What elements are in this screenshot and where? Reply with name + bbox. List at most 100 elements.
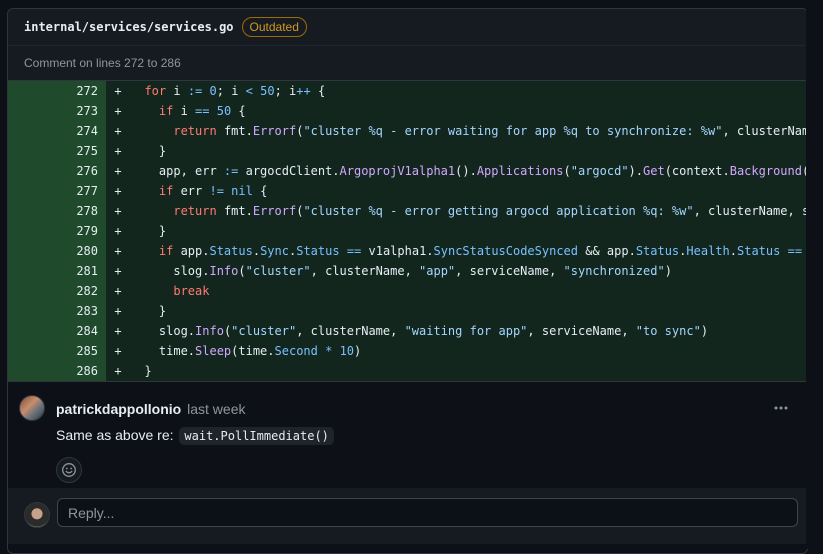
code-token: Second [274,344,318,358]
code-token: . [729,244,737,258]
smiley-icon [62,463,76,477]
addition-marker: + [114,244,122,258]
diff-line: 272 + for i := 0; i < 50; i++ { [8,81,807,101]
code-token: fmt. [216,204,253,218]
line-number[interactable]: 282 [8,281,106,301]
comment-range-label: Comment on lines 272 to 286 [8,46,807,81]
addition-marker: + [114,204,122,218]
code-token: 0 [209,84,217,98]
addition-marker: + [114,104,122,118]
diff-line: 283 + } [8,301,807,321]
code-token: return [173,204,217,218]
line-number[interactable]: 281 [8,261,106,281]
code-token: Status [635,244,680,258]
code-line: if err != nil { [130,181,807,201]
code-line: if app.Status.Sync.Status == v1alpha1.Sy… [130,241,807,261]
code-token: } [130,304,167,318]
code-line: } [130,301,807,321]
addition-marker: + [114,364,122,378]
code-token: "cluster" [231,324,297,338]
comment-text: Same as above re: [56,427,174,443]
code-token: Status [296,244,340,258]
line-number[interactable]: 283 [8,301,106,321]
code-token: , clusterName, serviceName, err) [722,124,807,138]
code-token: != [209,184,224,198]
diff-line: 273 + if i == 50 { [8,101,807,121]
diff-line: 280 + if app.Status.Sync.Status == v1alph… [8,241,807,261]
reply-section [8,488,807,544]
code-token: 50 [260,84,275,98]
author-avatar[interactable] [19,395,45,421]
line-number[interactable]: 277 [8,181,106,201]
code-token: , serviceName, [455,264,564,278]
review-comment: patrickdappollonio last week Same as abo… [8,381,807,498]
outdated-badge: Outdated [241,17,307,37]
addition-marker: + [114,84,122,98]
code-token: break [173,284,210,298]
code-token: ; i [274,84,297,98]
line-number[interactable]: 273 [8,101,106,121]
code-token: app, err [130,164,224,178]
line-number[interactable]: 278 [8,201,106,221]
addition-marker: + [114,164,122,178]
code-token: return [173,124,217,138]
diff-line: 282 + break [8,281,807,301]
code-token: { [310,84,326,98]
reply-input[interactable] [57,498,798,527]
code-token: Info [195,324,224,338]
comment-timestamp[interactable]: last week [187,401,245,417]
diff-line: 285 + time.Sleep(time.Second * 10) [8,341,807,361]
code-token: "argocd" [570,164,629,178]
author-name[interactable]: patrickdappollonio [56,401,181,417]
line-number[interactable]: 284 [8,321,106,341]
code-token: { [231,104,246,118]
addition-marker: + [114,344,122,358]
line-number[interactable]: 274 [8,121,106,141]
code-token: "to sync" [635,324,701,338]
addition-marker: + [114,304,122,318]
code-line: if i == 50 { [130,101,807,121]
code-token: (). [455,164,477,178]
code-token: == [195,104,210,118]
code-token: ArgoprojV1alpha1 [339,164,456,178]
line-number[interactable]: 275 [8,141,106,161]
diff-line: 284 + slog.Info("cluster", clusterName, "… [8,321,807,341]
code-token: Status [209,244,253,258]
code-token: Errorf [252,124,297,138]
code-token: i [166,84,188,98]
line-number[interactable]: 276 [8,161,106,181]
code-token: time. [130,344,196,358]
code-token: if [158,184,174,198]
comment-body: Same as above re: wait.PollImmediate() [56,427,334,445]
add-reaction-button[interactable] [56,457,82,483]
line-number[interactable]: 286 [8,361,106,381]
code-line: return fmt.Errorf("cluster %q - error ge… [130,201,807,221]
code-token: if [158,104,174,118]
diff-line: 274 + return fmt.Errorf("cluster %q - err… [8,121,807,141]
code-token: ( [563,164,571,178]
file-path-link[interactable]: internal/services/services.go [24,20,234,34]
code-token: == [346,244,362,258]
code-token: , clusterName, serviceName, err) [693,204,807,218]
code-token: SyncStatusCodeSynced [433,244,579,258]
code-line: } [130,141,807,161]
code-token: "cluster %q - error waiting for app %q t… [303,124,723,138]
line-number[interactable]: 285 [8,341,106,361]
addition-marker: + [114,224,122,238]
line-number[interactable]: 272 [8,81,106,101]
code-token: ). [628,164,643,178]
line-number[interactable]: 279 [8,221,106,241]
review-thread-card: internal/services/services.go Outdated C… [7,8,808,554]
page-gutter [806,0,823,549]
more-options-button[interactable] [773,400,789,419]
line-number[interactable]: 280 [8,241,106,261]
code-token: ; i [216,84,246,98]
